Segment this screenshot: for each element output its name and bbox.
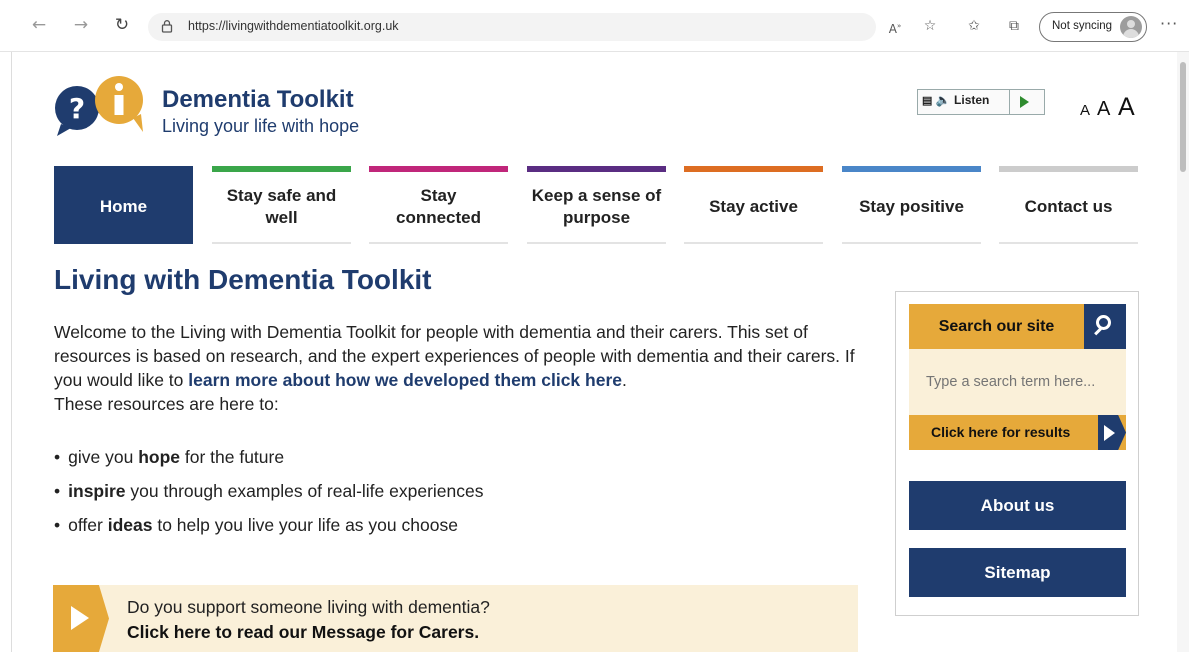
search-results-label: Click here for results [931, 424, 1071, 440]
logo-icon[interactable]: ? [53, 74, 153, 138]
search-results-button[interactable]: Click here for results [909, 415, 1126, 450]
search-icon-handle [1094, 327, 1102, 336]
list-item-text: for the future [180, 447, 285, 467]
scrollbar[interactable] [1177, 52, 1189, 652]
play-icon[interactable] [1020, 96, 1029, 108]
list-item-bold: ideas [107, 515, 153, 535]
list-item: offer ideas to help you live your life a… [54, 515, 484, 549]
scrollbar-thumb[interactable] [1180, 62, 1186, 172]
intro-paragraph: Welcome to the Living with Dementia Tool… [54, 320, 866, 416]
search-button[interactable] [1084, 304, 1126, 349]
search-input[interactable] [909, 349, 1126, 415]
favorite-add-icon[interactable]: ☆ [918, 14, 942, 38]
sync-button[interactable]: Not syncing [1039, 12, 1147, 42]
list-item-text: to help you live your life as you choose [152, 515, 458, 535]
back-icon[interactable]: ← [28, 14, 50, 36]
font-size-medium[interactable]: A [1097, 98, 1110, 121]
listen-widget[interactable]: ▤ 🔈 Listen [917, 89, 1045, 115]
menu-icon: ▤ [922, 95, 933, 107]
window-edge [0, 52, 12, 652]
sidebar: Search our site Click here for results A… [895, 291, 1139, 616]
list-item-bold: hope [138, 447, 180, 467]
site-tagline: Living your life with hope [162, 116, 360, 136]
benefits-list: give you hope for the future inspire you… [54, 447, 484, 549]
profile-icon [1120, 16, 1142, 38]
sitemap-button[interactable]: Sitemap [909, 548, 1126, 597]
svg-text:?: ? [69, 92, 85, 125]
list-item-text: you through examples of real-life experi… [125, 481, 484, 501]
intro-period: . [621, 370, 627, 390]
refresh-icon[interactable]: ↻ [111, 14, 133, 36]
nav-home[interactable]: Home [54, 166, 193, 244]
site-title[interactable]: Dementia Toolkit [162, 86, 354, 114]
nav-contact-us[interactable]: Contact us [999, 166, 1138, 244]
listen-label: Listen [954, 93, 990, 107]
listen-button[interactable]: ▤ 🔈 Listen [922, 93, 989, 107]
carer-banner[interactable]: Do you support someone living with demen… [53, 585, 858, 652]
collections-icon[interactable]: ⧉ [1002, 14, 1026, 38]
arrow-right-icon [1098, 415, 1126, 450]
intro-resources-text: These resources are here to: [54, 394, 279, 414]
read-aloud-icon[interactable]: A» [883, 14, 907, 38]
url-text: https://livingwithdementiatoolkit.org.uk [188, 19, 399, 33]
font-size-large[interactable]: A [1118, 93, 1135, 122]
sync-label: Not syncing [1052, 20, 1113, 32]
learn-more-link[interactable]: learn more about how we developed them c… [188, 370, 622, 390]
list-item-bold: inspire [68, 481, 126, 501]
arrow-right-icon [53, 585, 109, 652]
page-heading: Living with Dementia Toolkit [54, 264, 432, 295]
listen-divider [1009, 90, 1010, 114]
nav-stay-connected[interactable]: Stay connected [369, 166, 508, 244]
nav-stay-active[interactable]: Stay active [684, 166, 823, 244]
font-size-controls: A A A [1080, 92, 1140, 124]
browser-toolbar: ← → ↻ https://livingwithdementiatoolkit.… [0, 0, 1189, 52]
carer-question: Do you support someone living with demen… [127, 597, 490, 617]
font-size-small[interactable]: A [1080, 102, 1090, 119]
search-heading: Search our site [909, 304, 1084, 349]
address-bar[interactable]: https://livingwithdementiatoolkit.org.uk [148, 13, 876, 41]
nav-keep-a-sense-of-purpose[interactable]: Keep a sense of purpose [527, 166, 666, 244]
nav-stay-safe-and-well[interactable]: Stay safe and well [212, 166, 351, 244]
forward-icon[interactable]: → [70, 14, 92, 36]
list-item-text: give you [68, 447, 139, 467]
about-us-button[interactable]: About us [909, 481, 1126, 530]
list-item: inspire you through examples of real-lif… [54, 481, 484, 515]
speaker-icon: 🔈 [935, 93, 951, 107]
more-icon[interactable]: ··· [1160, 14, 1178, 33]
favorites-icon[interactable]: ✩ [962, 14, 986, 38]
nav-stay-positive[interactable]: Stay positive [842, 166, 981, 244]
carer-message-link[interactable]: Click here to read our Message for Carer… [127, 622, 479, 643]
lock-icon[interactable] [160, 19, 174, 33]
list-item-text: offer [68, 515, 108, 535]
list-item: give you hope for the future [54, 447, 484, 481]
